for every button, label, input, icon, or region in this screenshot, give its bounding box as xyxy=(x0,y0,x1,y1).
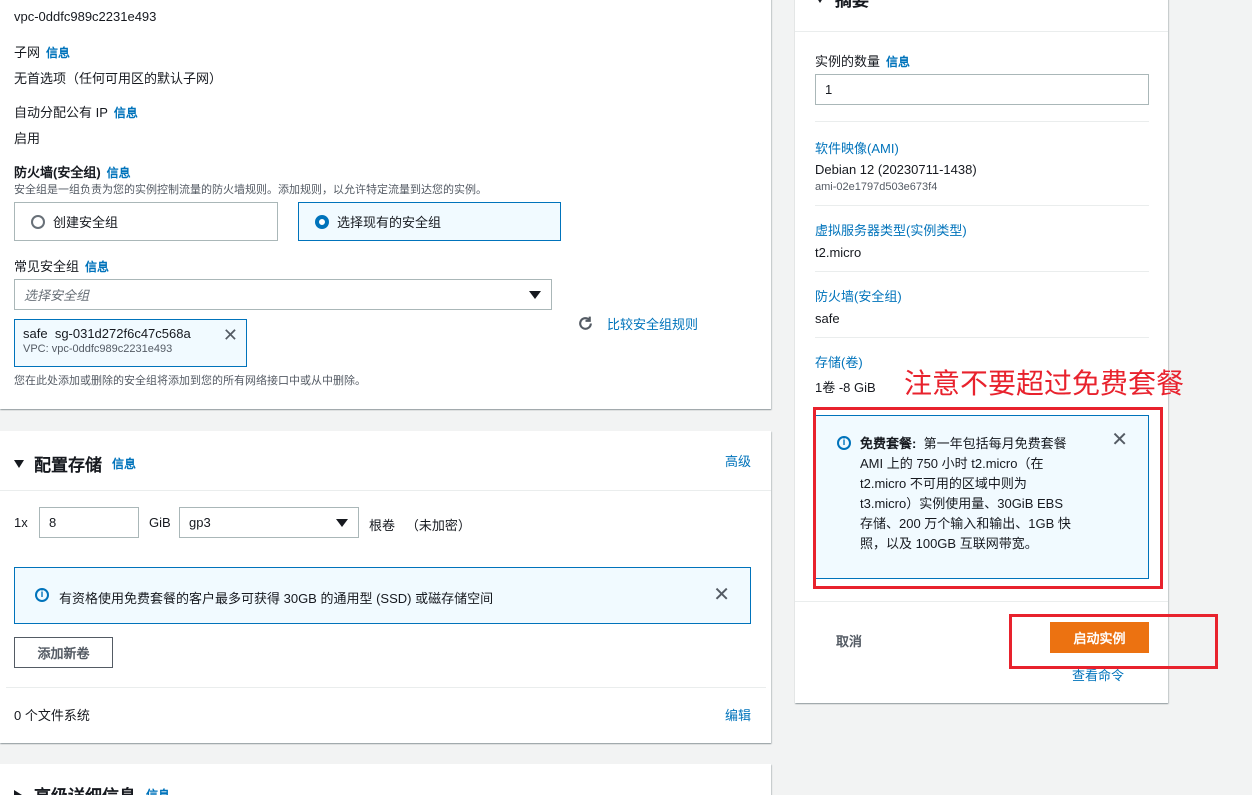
compare-rules-text: 比较安全组规则 xyxy=(607,317,699,332)
summary-divider xyxy=(795,31,1168,32)
firewall-info-link[interactable]: 信息 xyxy=(107,166,131,180)
token-name: safe xyxy=(23,326,48,341)
volume-size-value: 8 xyxy=(49,515,57,530)
add-volume-button[interactable]: 添加新卷 xyxy=(14,637,113,668)
root-volume-label: 根卷 （未加密） xyxy=(369,515,471,534)
create-sg-label: 创建安全组 xyxy=(53,215,119,230)
cancel-link[interactable]: 取消 xyxy=(836,631,862,650)
common-sg-info-link[interactable]: 信息 xyxy=(85,260,109,274)
expand-caret-icon xyxy=(14,459,24,468)
filesystems-count: 0 个文件系统 xyxy=(14,708,90,723)
selected-security-group-token: safe sg-031d272f6c47c568a VPC: vpc-0ddfc… xyxy=(14,319,247,367)
volume-unit: GiB xyxy=(149,515,171,530)
storage-divider-2 xyxy=(6,687,766,688)
encryption-label: （未加密） xyxy=(405,518,471,533)
instance-count-info-link[interactable]: 信息 xyxy=(886,55,910,69)
free-tier-storage-alert: i 有资格使用免费套餐的客户最多可获得 30GB 的通用型 (SSD) 或磁存储… xyxy=(14,567,751,624)
summary-panel: 摘要 实例的数量 信息 1 软件映像(AMI) Debian 12 (202307… xyxy=(795,0,1168,703)
advanced-details-header[interactable]: 高级详细信息 信息 xyxy=(14,782,170,795)
instance-count-label: 实例的数量 xyxy=(815,54,881,69)
select-existing-security-group-option[interactable]: 选择现有的安全组 xyxy=(298,202,561,241)
advanced-details-panel: 高级详细信息 信息 xyxy=(0,764,771,795)
security-group-footer-note: 您在此处添加或删除的安全组将添加到您的所有网络接口中或从中删除。 xyxy=(14,375,366,387)
summary-divider-6 xyxy=(795,601,1168,602)
select-existing-sg-label: 选择现有的安全组 xyxy=(337,215,442,230)
advanced-details-info-link[interactable]: 信息 xyxy=(146,786,170,795)
volume-type-select[interactable]: gp3 xyxy=(179,507,359,538)
vpc-value: vpc-0ddfc989c2231e493 xyxy=(14,9,157,24)
subnet-value: 无首选项（任何可用区的默认子网） xyxy=(14,71,223,86)
instance-count-value: 1 xyxy=(825,82,833,97)
advanced-details-title: 高级详细信息 xyxy=(34,782,136,795)
token-title: safe sg-031d272f6c47c568a xyxy=(23,326,238,341)
summary-header[interactable]: 摘要 xyxy=(815,0,869,11)
instance-count-label-row: 实例的数量 信息 xyxy=(815,51,910,70)
storage-title: 配置存储 xyxy=(34,456,102,475)
summary-divider-4 xyxy=(815,271,1149,272)
create-security-group-option[interactable]: 创建安全组 xyxy=(14,202,278,241)
storage-link[interactable]: 存储(卷) xyxy=(815,352,863,371)
chevron-down-icon xyxy=(336,519,348,527)
subnet-info-link[interactable]: 信息 xyxy=(46,46,70,60)
instance-type-link[interactable]: 虚拟服务器类型(实例类型) xyxy=(815,220,967,239)
summary-title: 摘要 xyxy=(835,0,869,10)
ami-link[interactable]: 软件映像(AMI) xyxy=(815,138,899,157)
configure-storage-panel: 配置存储 信息 高级 1x 8 GiB gp3 根卷 （未加密） i 有资格使用… xyxy=(0,431,771,743)
auto-ip-info-link[interactable]: 信息 xyxy=(114,106,138,120)
refresh-icon xyxy=(579,316,592,330)
volume-type-value: gp3 xyxy=(189,515,211,530)
info-icon: i xyxy=(35,588,49,602)
expand-caret-icon xyxy=(815,0,825,3)
firewall-label-row: 防火墙(安全组) 信息 xyxy=(14,162,131,181)
network-settings-panel: vpc-0ddfc989c2231e493 子网 信息 无首选项（任何可用区的默认… xyxy=(0,0,771,409)
subnet-label-row: 子网 信息 xyxy=(14,42,70,61)
summary-divider-5 xyxy=(815,337,1149,338)
common-sg-label: 常见安全组 xyxy=(14,259,80,274)
volume-count: 1x xyxy=(14,515,28,530)
firewall-description: 安全组是一组负责为您的实例控制流量的防火墙规则。添加规则，以允许特定流量到达您的… xyxy=(14,184,487,196)
remove-token-close-icon[interactable]: ✕ xyxy=(223,326,238,344)
create-sg-radio[interactable] xyxy=(31,214,45,229)
summary-divider-3 xyxy=(815,205,1149,206)
instance-count-input[interactable]: 1 xyxy=(815,74,1149,105)
token-id: sg-031d272f6c47c568a xyxy=(54,326,191,341)
chevron-down-icon xyxy=(529,291,541,299)
storage-value: 1卷 -8 GiB xyxy=(815,380,876,395)
instance-type-value: t2.micro xyxy=(815,245,862,260)
compare-rules-link[interactable]: 比较安全组规则 xyxy=(577,314,698,333)
firewall-label: 防火墙(安全组) xyxy=(14,165,101,180)
root-label: 根卷 xyxy=(369,518,396,533)
auto-ip-label: 自动分配公有 IP xyxy=(14,105,108,120)
filesystems-edit-link[interactable]: 编辑 xyxy=(725,705,751,724)
storage-alert-text: 有资格使用免费套餐的客户最多可获得 30GB 的通用型 (SSD) 或磁存储空间 xyxy=(59,591,494,606)
security-group-placeholder: 选择安全组 xyxy=(24,288,90,303)
annotation-note: 注意不要超过免费套餐 xyxy=(904,367,1185,400)
firewall-value: safe xyxy=(815,311,840,326)
storage-advanced-link[interactable]: 高级 xyxy=(725,451,751,470)
security-group-select[interactable]: 选择安全组 xyxy=(14,279,552,310)
storage-divider xyxy=(0,490,771,491)
expand-caret-icon xyxy=(14,789,22,795)
storage-info-link[interactable]: 信息 xyxy=(112,455,136,472)
ami-value: Debian 12 (20230711-1438) xyxy=(815,162,977,177)
auto-ip-label-row: 自动分配公有 IP 信息 xyxy=(14,102,138,121)
summary-divider-2 xyxy=(815,121,1149,122)
firewall-link[interactable]: 防火墙(安全组) xyxy=(815,286,902,305)
free-tier-highlight-box xyxy=(813,407,1163,589)
launch-button-highlight-box xyxy=(1009,614,1218,669)
select-existing-sg-radio[interactable] xyxy=(315,214,329,229)
storage-header[interactable]: 配置存储 信息 xyxy=(14,451,136,476)
token-vpc: VPC: vpc-0ddfc989c2231e493 xyxy=(23,343,173,355)
subnet-label: 子网 xyxy=(14,45,41,60)
auto-ip-value: 启用 xyxy=(14,131,41,146)
volume-size-input[interactable]: 8 xyxy=(39,507,139,538)
dismiss-close-icon[interactable]: ✕ xyxy=(713,585,730,605)
common-sg-label-row: 常见安全组 信息 xyxy=(14,256,109,275)
ami-id: ami-02e1797d503e673f4 xyxy=(815,181,938,193)
